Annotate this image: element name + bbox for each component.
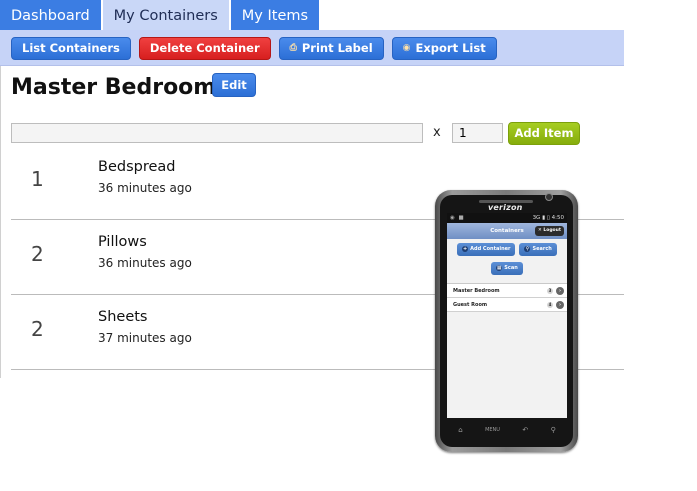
phone-brand-logo: verizon xyxy=(488,203,523,212)
item-quantity: 1 xyxy=(31,167,44,191)
item-quantity: 2 xyxy=(31,317,44,341)
tab-my-items[interactable]: My Items xyxy=(230,0,320,30)
phone-button-row: + Add Container ⚲ Search xyxy=(447,243,567,256)
chevron-right-icon: › xyxy=(556,287,564,295)
phone-scan-button[interactable]: ▦ Scan xyxy=(491,262,523,275)
tab-my-containers[interactable]: My Containers xyxy=(102,0,229,30)
home-icon[interactable]: ⌂ xyxy=(458,426,462,434)
item-timestamp: 37 minutes ago xyxy=(98,331,192,345)
edit-button[interactable]: Edit xyxy=(212,73,256,97)
delete-container-label: Delete Container xyxy=(149,41,260,55)
export-list-label: Export List xyxy=(415,41,486,55)
container-title: Master Bedroom xyxy=(11,75,217,100)
battery-icon: ▯ xyxy=(546,215,550,221)
phone-list-item[interactable]: Master Bedroom 3 › xyxy=(447,284,567,298)
chevron-right-icon: › xyxy=(556,301,564,309)
status-right: 3G ▮ ▯ 4:50 xyxy=(533,213,564,223)
action-toolbar: List Containers Delete Container ⎙ Print… xyxy=(0,30,624,66)
phone-header: Containers ✕ Logout xyxy=(447,223,567,239)
phone-screen: ◉ ■ 3G ▮ ▯ 4:50 Containers ✕ Logout + Add… xyxy=(447,213,567,418)
phone-list-item-name: Master Bedroom xyxy=(453,288,500,294)
export-list-button[interactable]: ◉ Export List xyxy=(391,37,497,60)
item-quantity: 2 xyxy=(31,242,44,266)
phone-nav-bar: ⌂ MENU ↶ ⚲ xyxy=(447,421,567,439)
phone-camera xyxy=(545,193,553,201)
scan-icon: ▦ xyxy=(496,264,503,271)
phone-search-button[interactable]: ⚲ Search xyxy=(519,243,557,256)
add-item-button[interactable]: Add Item xyxy=(508,122,580,145)
phone-list-item[interactable]: Guest Room 4 › xyxy=(447,298,567,312)
print-label-label: Print Label xyxy=(301,41,373,55)
item-name: Pillows xyxy=(98,234,147,250)
item-name: Sheets xyxy=(98,309,148,325)
phone-logout-button[interactable]: ✕ Logout xyxy=(535,226,564,236)
item-name: Bedspread xyxy=(98,159,176,175)
phone-add-container-label: Add Container xyxy=(470,246,511,252)
phone-list-item-name: Guest Room xyxy=(453,302,488,308)
notification-icons: ◉ ■ xyxy=(450,215,465,221)
phone-logout-label: Logout xyxy=(543,228,561,233)
app-root: Dashboard My Containers My Items List Co… xyxy=(0,0,697,491)
export-icon: ◉ xyxy=(402,43,411,53)
phone-add-container-button[interactable]: + Add Container xyxy=(457,243,516,256)
phone-scan-label: Scan xyxy=(504,265,518,271)
list-containers-label: List Containers xyxy=(22,41,120,55)
delete-container-button[interactable]: Delete Container xyxy=(138,37,271,60)
list-containers-button[interactable]: List Containers xyxy=(11,37,131,60)
back-icon[interactable]: ↶ xyxy=(522,426,528,434)
status-time: 4:50 xyxy=(551,215,564,221)
close-icon: ✕ xyxy=(538,228,542,233)
print-label-button[interactable]: ⎙ Print Label xyxy=(278,37,384,60)
signal-icon: ▮ xyxy=(542,215,546,221)
search-icon[interactable]: ⚲ xyxy=(551,426,556,434)
plus-icon: + xyxy=(462,245,469,252)
status-network: 3G xyxy=(532,215,541,221)
tab-dashboard[interactable]: Dashboard xyxy=(0,0,101,30)
tabs-spacer xyxy=(321,0,624,30)
phone-header-title: Containers xyxy=(490,228,524,234)
item-name-input[interactable] xyxy=(11,123,423,143)
phone-status-bar: ◉ ■ 3G ▮ ▯ 4:50 xyxy=(447,213,567,223)
phone-container-list: Master Bedroom 3 › Guest Room 4 › xyxy=(447,283,567,312)
item-timestamp: 36 minutes ago xyxy=(98,256,192,270)
printer-icon: ⎙ xyxy=(289,43,297,53)
main-tabs: Dashboard My Containers My Items xyxy=(0,0,624,30)
phone-list-item-count: 4 xyxy=(547,302,553,308)
phone-menu-button[interactable]: MENU xyxy=(485,427,500,433)
phone-scan-row: ▦ Scan xyxy=(447,262,567,275)
times-label: x xyxy=(433,125,441,140)
item-timestamp: 36 minutes ago xyxy=(98,181,192,195)
phone-search-label: Search xyxy=(532,246,552,252)
search-icon: ⚲ xyxy=(524,245,531,252)
phone-list-item-count: 3 xyxy=(547,288,553,294)
quantity-input[interactable] xyxy=(452,123,503,143)
